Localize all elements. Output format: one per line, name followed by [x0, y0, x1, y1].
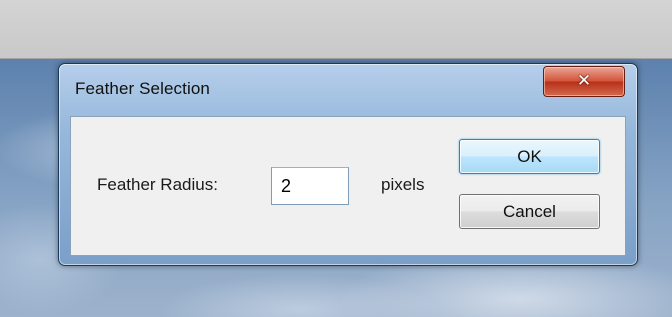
feather-radius-label: Feather Radius:: [97, 175, 218, 194]
feather-selection-dialog: Feather Selection ✕ Feather Radius: pixe…: [58, 63, 638, 266]
close-button[interactable]: ✕: [543, 66, 625, 97]
unit-label: pixels: [381, 175, 425, 194]
cancel-button[interactable]: Cancel: [459, 194, 600, 229]
feather-radius-input[interactable]: [271, 167, 349, 205]
ok-button[interactable]: OK: [459, 139, 600, 174]
dialog-title: Feather Selection: [75, 79, 210, 98]
dialog-body: Feather Radius: pixels OK Cancel: [70, 116, 626, 256]
close-icon: ✕: [576, 71, 592, 91]
app-toolbar: [0, 0, 672, 59]
